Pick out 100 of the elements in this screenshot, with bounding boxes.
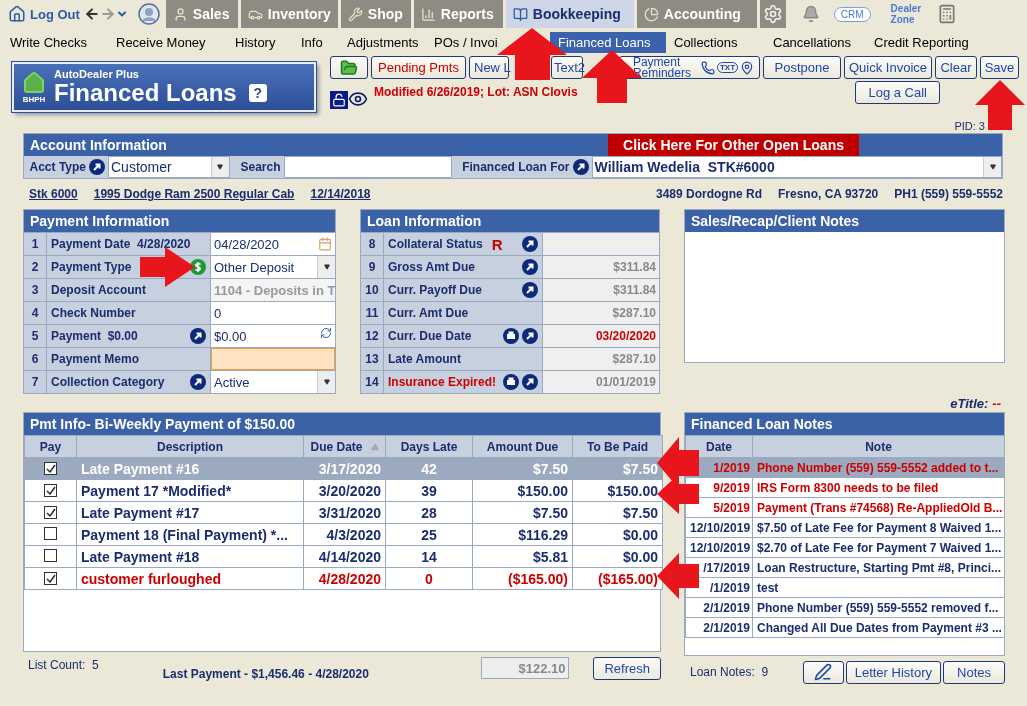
- menu-item[interactable]: POs / Invoi: [426, 31, 498, 53]
- column-header[interactable]: Pay: [24, 435, 77, 458]
- printer-icon[interactable]: [503, 374, 519, 390]
- toolbar-button[interactable]: Save: [980, 56, 1019, 79]
- dropdown-field[interactable]: Other Deposit: [211, 256, 335, 278]
- menu-item[interactable]: Write Checks: [2, 31, 108, 53]
- column-header[interactable]: Amount Due: [472, 435, 573, 458]
- caret-icon: [323, 264, 330, 270]
- arrow-circle-icon[interactable]: [522, 374, 538, 390]
- dropdown-field[interactable]: Active: [211, 371, 335, 393]
- loan-for-select[interactable]: William Wedelia STK#6000: [591, 156, 1002, 178]
- row-number: 7: [24, 371, 47, 393]
- checkbox[interactable]: [44, 548, 57, 562]
- notes-button[interactable]: Notes: [943, 660, 1005, 684]
- table-cell: 28: [385, 501, 473, 524]
- column-header[interactable]: Days Late: [385, 435, 473, 458]
- toolbar-button[interactable]: Quick Invoice: [844, 56, 932, 79]
- arrow-circle-icon[interactable]: [572, 159, 589, 175]
- arrow-circle-icon[interactable]: [190, 374, 206, 390]
- field-label: Acct Type: [29, 160, 86, 174]
- value-field: $311.84: [543, 279, 659, 301]
- column-header[interactable]: Note: [752, 435, 1005, 458]
- table-cell: $7.50: [472, 457, 573, 480]
- search-field[interactable]: [283, 156, 452, 178]
- bell-icon[interactable]: [801, 5, 820, 23]
- checkbox[interactable]: [44, 484, 57, 497]
- field-label: Payment Date 4/28/2020: [51, 237, 191, 251]
- checkbox[interactable]: [44, 526, 57, 540]
- text-field[interactable]: 0: [211, 302, 335, 324]
- arrow-circle-icon[interactable]: [522, 236, 538, 252]
- field-label: Collateral Status: [388, 237, 483, 251]
- menu-item[interactable]: Collections: [666, 31, 765, 53]
- folder-button[interactable]: [330, 56, 368, 79]
- menu-item[interactable]: Adjustments: [339, 31, 426, 53]
- person-icon: [172, 6, 188, 22]
- avatar-icon[interactable]: [137, 3, 160, 25]
- menu-item[interactable]: Credit Reporting: [866, 31, 986, 53]
- table-cell: customer furloughed: [76, 567, 304, 590]
- table-cell: 12/10/2019: [685, 517, 753, 538]
- table-cell: $2.70 of Late Fee for Payment 7 Waived 1...: [752, 537, 1005, 558]
- menu-item[interactable]: Receive Money: [108, 31, 227, 53]
- column-header[interactable]: Due Date: [303, 435, 386, 458]
- signature-button[interactable]: [802, 660, 844, 684]
- arrow-circle-icon[interactable]: [522, 282, 538, 298]
- toolbar-button[interactable]: Pending Pmts: [371, 56, 466, 79]
- panel-title: Payment Information: [24, 210, 335, 232]
- home-icon: [8, 5, 26, 23]
- help-button[interactable]: ?: [248, 84, 267, 102]
- module-tab[interactable]: Bookkeeping: [505, 0, 634, 28]
- settings-icon[interactable]: [759, 0, 786, 28]
- logout-link[interactable]: Log Out: [8, 5, 80, 23]
- reminders-button[interactable]: Payment Reminders TXT: [619, 56, 760, 79]
- logo-caption: BHPH: [22, 94, 46, 104]
- table-cell: $7.50 of Late Fee for Payment 8 Waived 1...: [752, 517, 1005, 538]
- vehicle-link[interactable]: Stk 6000 1995 Dodge Ram 2500 Regular Cab 12/14/2018: [23, 187, 371, 201]
- printer-icon[interactable]: [503, 328, 519, 344]
- phone-text: PH1 (559) 559-5552: [894, 187, 1003, 201]
- table-cell: 25: [385, 523, 473, 546]
- toolbar-button[interactable]: Clear: [935, 56, 977, 79]
- arrow-circle-icon[interactable]: [190, 328, 206, 344]
- crm-link[interactable]: CRM: [833, 6, 871, 22]
- arrow-circle-icon[interactable]: [522, 328, 538, 344]
- checkbox[interactable]: [44, 572, 57, 585]
- checkbox[interactable]: [44, 462, 57, 475]
- menu-item[interactable]: History: [227, 31, 293, 53]
- table-cell: Changed All Due Dates from Payment #3 ...: [752, 617, 1005, 638]
- table-cell: $150.00: [472, 479, 573, 502]
- arrow-circle-icon[interactable]: [89, 159, 105, 175]
- dollar-icon[interactable]: [190, 259, 206, 275]
- menu-item[interactable]: Info: [293, 31, 339, 53]
- menu-item[interactable]: Financed Loans: [550, 31, 666, 53]
- table-cell: 0: [385, 567, 473, 590]
- account-type-select[interactable]: Customer: [108, 156, 230, 178]
- log-call-button[interactable]: Log a Call: [855, 81, 940, 104]
- amount-field[interactable]: $0.00: [211, 325, 335, 347]
- column-header[interactable]: Date: [685, 435, 753, 458]
- toolbar-button[interactable]: Postpone: [763, 56, 841, 79]
- unlock-icon[interactable]: [330, 91, 348, 109]
- table-cell: 42: [385, 457, 473, 480]
- last-payment: Last Payment - $1,456.46 - 4/28/2020: [162, 667, 369, 681]
- table-cell: Late Payment #18: [76, 545, 304, 568]
- date-field[interactable]: 04/28/2020: [211, 233, 335, 255]
- table-cell: test: [752, 577, 1005, 598]
- notes-button[interactable]: Letter History: [845, 660, 941, 684]
- column-header[interactable]: To Be Paid: [572, 435, 663, 458]
- memo-field[interactable]: [211, 348, 335, 370]
- checkbox[interactable]: [44, 506, 57, 519]
- phone-icon: [700, 60, 715, 75]
- panel-title: Pmt Info- Bi-Weekly Payment of $150.00: [24, 413, 660, 435]
- column-header[interactable]: Description: [76, 435, 304, 458]
- etitle-value: --: [992, 395, 1001, 411]
- menu-item[interactable]: Cancellations: [765, 31, 866, 53]
- table-cell: Phone Number (559) 559-5552 added to t...: [752, 457, 1005, 478]
- field-label: Gross Amt Due: [388, 260, 475, 274]
- annotation-arrow: [657, 553, 699, 599]
- eye-icon[interactable]: [348, 89, 368, 109]
- arrow-circle-icon[interactable]: [522, 259, 538, 275]
- back-icon[interactable]: [83, 6, 100, 22]
- refresh-button[interactable]: Refresh: [593, 656, 661, 680]
- other-loans-button[interactable]: Click Here For Other Open Loans: [608, 134, 859, 156]
